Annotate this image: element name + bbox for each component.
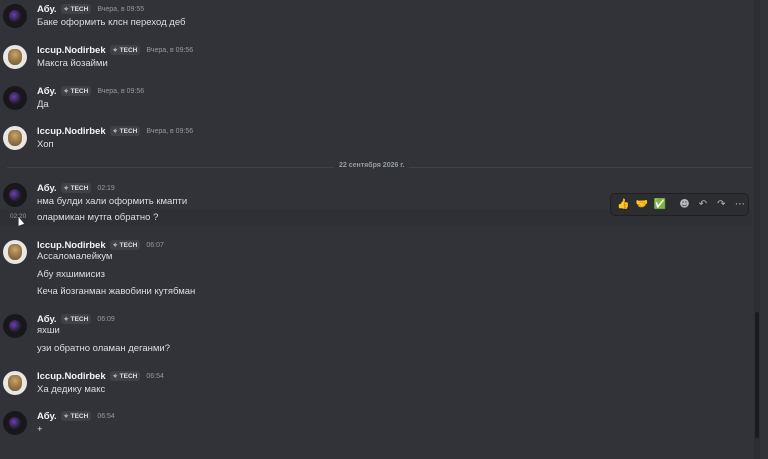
- timestamp[interactable]: Вчера, в 09:56: [146, 47, 193, 54]
- server-tag-badge[interactable]: ✧ TECH: [60, 4, 92, 14]
- sparkle-icon: ✧: [112, 128, 118, 135]
- sparkle-icon: ✧: [63, 88, 69, 95]
- message-text: +: [37, 424, 43, 435]
- username[interactable]: Абу.: [37, 86, 57, 97]
- server-tag-badge[interactable]: ✧ TECH: [109, 240, 141, 250]
- timestamp[interactable]: Вчера, в 09:56: [97, 88, 144, 95]
- chat-message-list: Абу. ✧ TECH Вчера, в 09:55 Баке оформить …: [0, 0, 768, 459]
- avatar[interactable]: [3, 86, 27, 110]
- tag-label: TECH: [119, 127, 138, 135]
- username[interactable]: Iccup.Nodirbek: [37, 45, 106, 56]
- avatar[interactable]: [3, 183, 27, 207]
- sparkle-icon: ✧: [112, 47, 118, 54]
- server-tag-badge[interactable]: ✧ TECH: [60, 183, 92, 193]
- avatar[interactable]: [3, 240, 27, 264]
- tag-label: TECH: [70, 184, 89, 192]
- server-tag-badge[interactable]: ✧ TECH: [60, 411, 92, 421]
- username[interactable]: Абу.: [37, 314, 57, 325]
- message-action-bar: 👍 🤝 ✅ ☻ ↶ ↷ ⋯: [610, 193, 749, 216]
- message-text: Абу яхшимисиз: [37, 269, 106, 280]
- avatar[interactable]: [3, 411, 27, 435]
- sparkle-icon: ✧: [63, 6, 69, 13]
- sparkle-icon: ✧: [112, 373, 118, 380]
- reply-icon[interactable]: ↶: [695, 196, 711, 213]
- avatar[interactable]: [3, 45, 27, 69]
- date-divider: 22 сентября 2026 г.: [334, 162, 410, 169]
- message-text: Ха дедику макс: [37, 384, 106, 395]
- message-text: Кеча йозганман жавобини кутябман: [37, 286, 196, 297]
- message-text: яхши: [37, 325, 60, 336]
- timestamp[interactable]: 06:54: [97, 413, 115, 420]
- timestamp[interactable]: Вчера, в 09:55: [97, 6, 144, 13]
- username[interactable]: Абу.: [37, 183, 57, 194]
- action-separator: [670, 196, 674, 213]
- avatar[interactable]: [3, 314, 27, 338]
- forward-icon[interactable]: ↷: [713, 196, 729, 213]
- server-tag-badge[interactable]: ✧ TECH: [60, 86, 92, 96]
- tag-label: TECH: [119, 46, 138, 54]
- timestamp[interactable]: Вчера, в 09:56: [146, 128, 193, 135]
- message-text: узи обратно оламан деганми?: [37, 343, 170, 354]
- message-text: Баке оформить клсн переход деб: [37, 17, 186, 28]
- reaction-handshake-button[interactable]: 🤝: [633, 196, 649, 213]
- sparkle-icon: ✧: [112, 242, 118, 249]
- sparkle-icon: ✧: [63, 185, 69, 192]
- tag-label: TECH: [119, 241, 138, 249]
- username[interactable]: Абу.: [37, 411, 57, 422]
- server-tag-badge[interactable]: ✧ TECH: [109, 371, 141, 381]
- tag-label: TECH: [70, 5, 89, 13]
- scrollbar-thumb[interactable]: [755, 312, 759, 438]
- message-text: олармикан мутга обратно ?: [37, 212, 159, 223]
- avatar[interactable]: [3, 126, 27, 150]
- reaction-thumbs-up-button[interactable]: 👍: [615, 196, 631, 213]
- tag-label: TECH: [70, 87, 89, 95]
- avatar[interactable]: [3, 371, 27, 395]
- message-text: Хоп: [37, 139, 54, 150]
- message-text: Да: [37, 99, 49, 110]
- message-text: Максга йозайми: [37, 58, 108, 69]
- sparkle-icon: ✧: [63, 316, 69, 323]
- tag-label: TECH: [119, 372, 138, 380]
- avatar[interactable]: [3, 4, 27, 28]
- message-text: Ассаломалейкум: [37, 251, 113, 262]
- sparkle-icon: ✧: [63, 413, 69, 420]
- server-tag-badge[interactable]: ✧ TECH: [60, 314, 92, 324]
- username[interactable]: Iccup.Nodirbek: [37, 371, 106, 382]
- timestamp[interactable]: 02:19: [97, 185, 115, 192]
- reaction-check-button[interactable]: ✅: [652, 196, 668, 213]
- server-tag-badge[interactable]: ✧ TECH: [109, 126, 141, 136]
- server-tag-badge[interactable]: ✧ TECH: [109, 45, 141, 55]
- add-reaction-icon[interactable]: ☻: [676, 196, 692, 213]
- username[interactable]: Iccup.Nodirbek: [37, 126, 106, 137]
- username[interactable]: Абу.: [37, 4, 57, 15]
- timestamp[interactable]: 06:54: [146, 373, 164, 380]
- tag-label: TECH: [70, 315, 89, 323]
- tag-label: TECH: [70, 412, 89, 420]
- message-text: нма булди хали оформить кмапти: [37, 196, 188, 207]
- more-options-icon[interactable]: ⋯: [732, 196, 748, 213]
- timestamp[interactable]: 06:09: [97, 316, 115, 323]
- username[interactable]: Iccup.Nodirbek: [37, 240, 106, 251]
- timestamp[interactable]: 06:07: [146, 242, 164, 249]
